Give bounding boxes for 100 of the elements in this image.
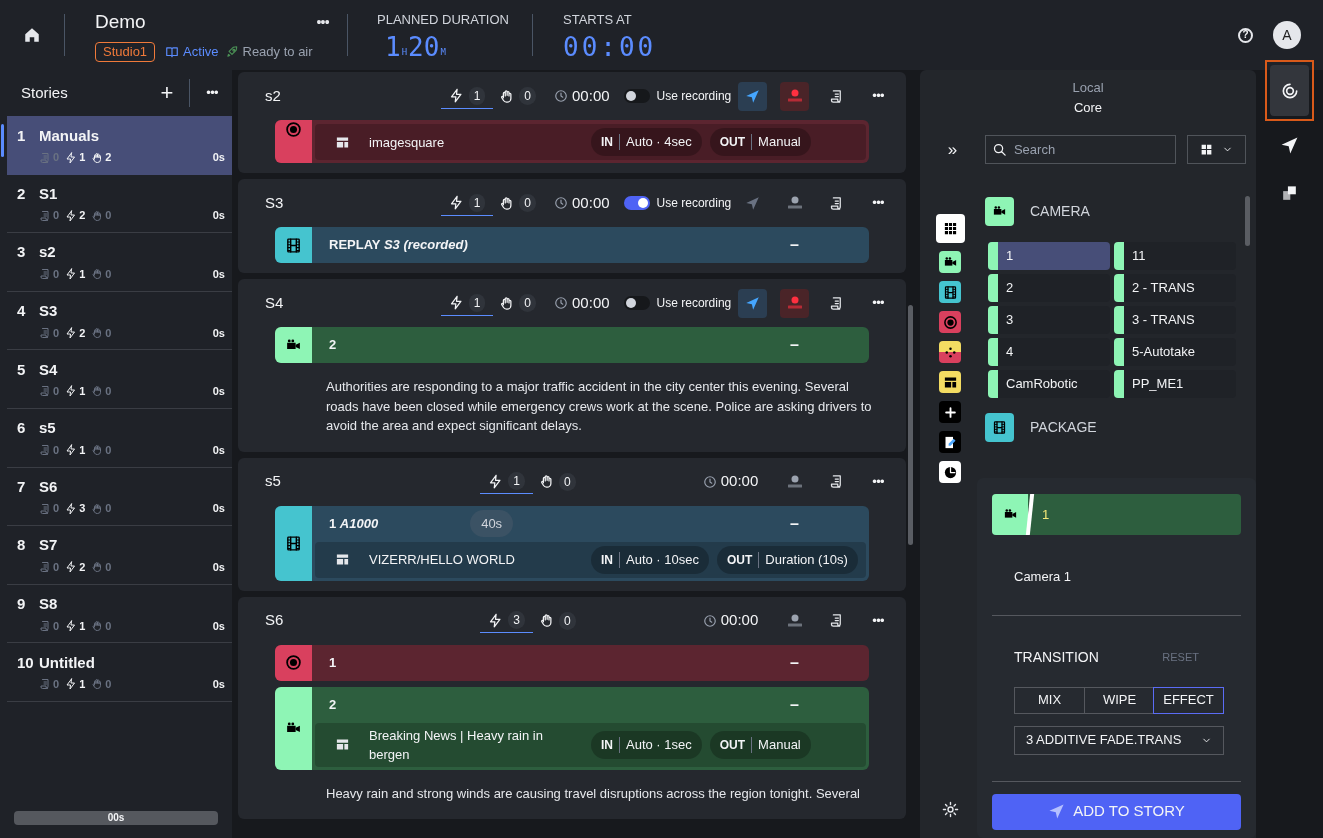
count-text: 0 [53,208,60,224]
transition-tab[interactable]: MIX [1015,687,1084,713]
story-item[interactable]: 4 S3 0 2 0 0s [7,291,232,351]
record-button[interactable] [780,81,810,111]
item-title: REPLAY S3 (recorded) [329,236,468,255]
story-item[interactable]: 7 S6 0 3 0 0s [7,467,232,527]
source-item[interactable]: 2 [988,274,1110,302]
hand-icon [91,268,104,281]
story-item[interactable]: 5 S4 0 1 0 0s [7,350,232,409]
filter-button[interactable] [939,401,961,423]
more-button[interactable]: ••• [872,610,884,631]
story-number: 4 [17,301,27,322]
transition-tab[interactable]: EFFECT [1153,686,1224,714]
hand-icon [499,195,515,211]
more-button[interactable]: ••• [872,193,884,213]
hand-icon [91,209,104,222]
more-button[interactable]: ••• [872,471,884,492]
rundown-item[interactable]: 2 – [275,327,869,363]
category-label: CAMERA [1030,202,1090,221]
toggle-switch[interactable] [623,196,650,210]
source-item[interactable]: CamRobotic [988,370,1110,398]
story-item[interactable]: 2 S1 0 2 0 0s [7,174,232,234]
transition-tab[interactable]: WIPE [1084,687,1154,713]
hand-icon [91,502,104,515]
rundown-item[interactable]: 1 – [275,644,869,681]
story-item[interactable]: 10 Untitled 0 1 0 0s [7,643,232,702]
script-icon [39,209,51,222]
film-icon [992,420,1007,435]
send-button[interactable] [738,288,768,318]
user-avatar[interactable]: A [1273,21,1301,49]
planned-duration-label: PLANNED DURATION [377,11,510,30]
scrollbar[interactable] [1245,196,1250,246]
send-button[interactable] [738,81,768,111]
story-number: 5 [17,359,27,380]
engine-label: Core [1073,98,1103,117]
plus-icon [942,404,958,420]
rail-button[interactable] [1265,60,1314,121]
story-item[interactable]: 8 S7 0 2 0 0s [7,526,232,585]
count-tab[interactable]: 1 [440,83,494,109]
lightning-icon [65,444,78,456]
story-number: 9 [17,594,27,615]
filter-button[interactable] [939,341,961,363]
expand-button[interactable]: » [945,136,960,163]
search-field[interactable]: Search [984,135,1176,164]
add-to-story-button[interactable]: ADD TO STORY [992,793,1241,830]
readiness-text: Ready to air [242,43,313,61]
count-tab[interactable]: 1 [440,190,494,216]
help-button[interactable]: ? [1238,27,1253,43]
source-item[interactable]: 2 - TRANS [1114,274,1236,302]
rundown-item[interactable]: REPLAY S3 (recorded) – [275,227,869,263]
rundown-item[interactable]: imagesquare IN Auto · 4sec OUT Manual [275,120,869,163]
filter-button[interactable] [939,431,961,453]
total-duration-bar: 00s [14,811,218,825]
item-title: 1 A1000 [329,514,379,533]
source-item[interactable]: 3 [988,306,1110,334]
filter-button[interactable] [935,214,965,243]
rundown-item[interactable]: 2 – Breaking News | Heavy rain in bergen IN Auto · 1sec OUT Manual [275,686,869,770]
more-button[interactable]: ••• [316,12,329,33]
story-item[interactable]: 3 s2 0 1 0 0s [7,233,232,292]
record-button[interactable] [780,288,810,318]
count-tab[interactable]: 3 [480,608,534,633]
rundown-item[interactable]: 1 A1000 40s – VIZERR/HELLO WORLD IN Auto · 10sec OUT Duration (10s) [275,505,869,581]
item-title: 2 [329,336,337,355]
filter-button[interactable] [939,251,961,273]
source-item[interactable]: 5-Autotake [1114,338,1236,366]
story-item[interactable]: 6 s5 0 1 0 0s [7,408,232,468]
more-button[interactable]: ••• [872,86,884,106]
count-text: 0 [559,611,576,630]
grid-icon [942,221,958,236]
hand-icon [91,678,104,691]
source-item[interactable]: PP_ME1 [1114,370,1236,398]
source-item[interactable]: 1 [988,242,1110,270]
timing-pill: OUT Manual [709,730,811,759]
story-item[interactable]: 9 S8 0 1 0 0s [7,584,232,644]
settings-button[interactable] [941,801,959,818]
story-duration: 0s [212,501,225,517]
count-tab[interactable]: 1 [440,290,494,316]
story-title: S6 [265,610,285,631]
filter-button[interactable] [939,371,961,393]
toggle-switch[interactable] [623,89,650,103]
count-text: 2 [79,559,86,575]
more-button[interactable]: ••• [206,83,218,103]
filter-button[interactable] [939,461,961,483]
view-dropdown[interactable] [1187,135,1246,164]
source-item[interactable]: 3 - TRANS [1114,306,1236,334]
source-item[interactable]: 11 [1114,242,1236,270]
more-button[interactable]: ••• [872,293,884,313]
duration-badge: 40s [470,509,514,538]
effect-dropdown[interactable]: 3 ADDITIVE FADE.TRANS [1014,725,1224,755]
rec-icon [785,474,804,489]
plane-icon [1280,135,1299,155]
add-story-button[interactable]: + [160,82,174,104]
toggle-switch[interactable] [623,296,650,310]
lightning-icon [65,268,78,281]
filter-button[interactable] [939,281,961,303]
item-title: 1 [329,653,337,672]
count-text: 0 [519,194,537,212]
source-item[interactable]: 4 [988,338,1110,366]
count-text: 0 [53,384,60,400]
count-tab[interactable]: 1 [480,469,534,494]
